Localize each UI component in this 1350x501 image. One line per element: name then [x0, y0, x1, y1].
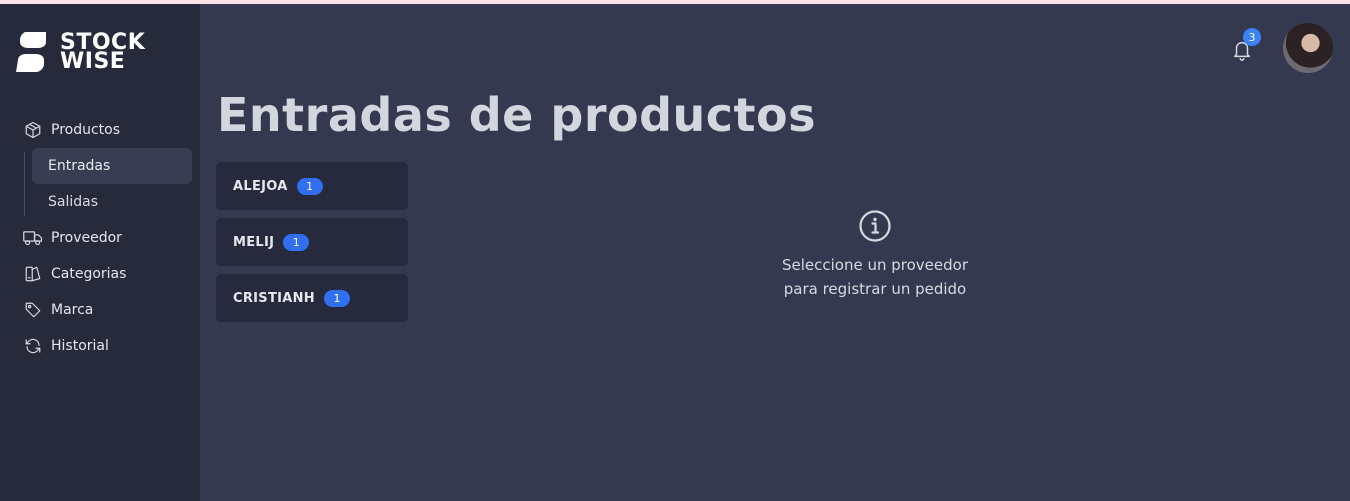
app-shell: STOCK WISE Productos Entradas Salidas Pr… [0, 4, 1350, 501]
category-icon [23, 264, 43, 284]
brand-name: STOCK WISE [60, 32, 145, 73]
supplier-item-cristianh[interactable]: CRISTIANH 1 [216, 274, 408, 322]
supplier-count-badge: 1 [323, 289, 350, 307]
sidebar-subitem-label: Salidas [48, 194, 99, 210]
sidebar-item-label: Productos [51, 122, 121, 138]
sidebar-item-label: Marca [51, 302, 94, 318]
main-content: 3 Entradas de productos ALEJOA 1 MELIJ 1… [200, 4, 1350, 501]
info-icon [859, 210, 891, 242]
sidebar-item-proveedor[interactable]: Proveedor [0, 220, 200, 256]
sidebar: STOCK WISE Productos Entradas Salidas Pr… [0, 4, 200, 501]
page-title: Entradas de productos [217, 88, 817, 142]
supplier-item-melij[interactable]: MELIJ 1 [216, 218, 408, 266]
supplier-count-badge: 1 [283, 233, 310, 251]
sidebar-item-label: Proveedor [51, 230, 122, 246]
supplier-item-alejoa[interactable]: ALEJOA 1 [216, 162, 408, 210]
user-avatar[interactable] [1283, 23, 1333, 73]
supplier-count-badge: 1 [296, 177, 323, 195]
empty-state-message: Seleccione un proveedor para registrar u… [740, 253, 1010, 301]
notifications-button[interactable]: 3 [1231, 28, 1261, 64]
sidebar-item-historial[interactable]: Historial [0, 328, 200, 364]
sidebar-item-productos[interactable]: Productos [0, 112, 200, 148]
sidebar-item-label: Categorias [51, 266, 127, 282]
brand-logo[interactable]: STOCK WISE [16, 32, 145, 73]
empty-state-line-2: para registrar un pedido [783, 280, 967, 298]
supplier-name: MELIJ [233, 234, 275, 250]
sidebar-subitem-entradas[interactable]: Entradas [32, 148, 192, 184]
sidebar-item-label: Historial [51, 338, 109, 354]
sidebar-subitem-salidas[interactable]: Salidas [32, 184, 192, 220]
logo-mark-icon [16, 32, 46, 72]
tag-icon [23, 300, 43, 320]
truck-icon [23, 228, 43, 248]
sidebar-item-categorias[interactable]: Categorias [0, 256, 200, 292]
empty-state: Seleccione un proveedor para registrar u… [740, 209, 1010, 301]
supplier-name: CRISTIANH [233, 290, 315, 306]
empty-state-line-1: Seleccione un proveedor [781, 256, 968, 274]
notification-count-badge: 3 [1243, 28, 1261, 46]
refresh-icon [23, 336, 43, 356]
supplier-name: ALEJOA [233, 178, 288, 194]
productos-subnav: Entradas Salidas [24, 148, 200, 220]
box-icon [23, 120, 43, 140]
sidebar-item-marca[interactable]: Marca [0, 292, 200, 328]
sidebar-subitem-label: Entradas [48, 158, 111, 174]
sidebar-nav: Productos Entradas Salidas Proveedor Cat… [0, 112, 200, 364]
supplier-list: ALEJOA 1 MELIJ 1 CRISTIANH 1 [216, 162, 408, 330]
